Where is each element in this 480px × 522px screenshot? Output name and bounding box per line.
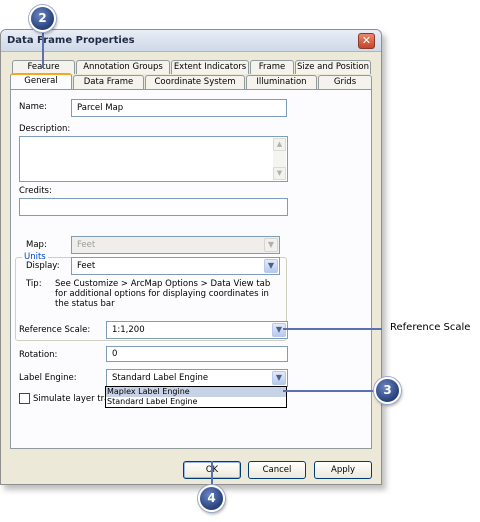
reference-scale-annotation: Reference Scale [390,322,471,333]
credits-field[interactable] [19,198,288,216]
chevron-down-icon[interactable]: ▼ [272,323,286,337]
name-label: Name: [19,102,47,112]
callout-4: 4 [198,485,225,512]
reference-scale-value: 1:1,200 [112,325,145,335]
tip-text: See Customize > ArcMap Options > Data Vi… [55,279,271,309]
name-value: Parcel Map [77,103,124,113]
callout-4-leader [211,461,213,487]
tab-size-and-position[interactable]: Size and Position [295,60,371,74]
tab-grids[interactable]: Grids [318,75,372,89]
label-engine-label: Label Engine: [19,373,77,383]
description-label: Description: [19,124,71,134]
chevron-down-icon[interactable]: ▼ [272,371,286,385]
map-units-select: Feet ▼ [71,236,280,254]
callout-2-leader [42,32,44,68]
label-engine-select[interactable]: Standard Label Engine ▼ [106,369,288,387]
apply-button[interactable]: Apply [314,461,372,479]
label-engine-value: Standard Label Engine [112,373,209,383]
callout-3: 3 [374,377,401,404]
tab-coordinate-system[interactable]: Coordinate System [145,75,245,89]
simulate-transparency-checkbox[interactable] [19,393,30,404]
rotation-label: Rotation: [19,350,58,360]
scroll-down-icon[interactable]: ▼ [273,167,286,180]
reference-scale-leader [283,328,382,330]
cancel-button[interactable]: Cancel [248,461,306,479]
tab-extent-indicators[interactable]: Extent Indicators [171,60,249,74]
tab-frame[interactable]: Frame [250,60,294,74]
display-units-label: Display: [26,261,60,271]
window-title: Data Frame Properties [7,35,135,46]
title-bar[interactable]: Data Frame Properties ✕ [1,30,381,52]
description-field[interactable]: ▲ ▼ [19,136,288,182]
map-units-value: Feet [77,240,96,250]
chevron-down-icon[interactable]: ▼ [264,259,278,273]
reference-scale-combo[interactable]: 1:1,200 ▼ [106,321,288,339]
label-engine-option-maplex[interactable]: Maplex Label Engine [106,387,286,397]
tab-data-frame[interactable]: Data Frame [73,75,144,89]
callout-3-leader [283,390,375,392]
reference-scale-label: Reference Scale: [19,325,91,335]
label-engine-option-standard[interactable]: Standard Label Engine [106,397,286,407]
scroll-up-icon[interactable]: ▲ [273,138,286,151]
description-scrollbar[interactable]: ▲ ▼ [273,138,286,180]
display-units-value: Feet [77,261,96,271]
credits-label: Credits: [19,186,52,196]
tip-label: Tip: [26,279,42,289]
callout-2: 2 [29,5,56,32]
display-units-select[interactable]: Feet ▼ [71,257,280,275]
close-button[interactable]: ✕ [358,33,375,49]
chevron-down-icon: ▼ [264,238,278,252]
map-units-label: Map: [26,240,47,250]
tab-annotation-groups[interactable]: Annotation Groups [76,60,170,74]
rotation-value: 0 [112,349,118,359]
label-engine-dropdown-list[interactable]: Maplex Label Engine Standard Label Engin… [105,386,287,408]
close-icon: ✕ [361,34,372,47]
tab-general[interactable]: General [10,73,72,89]
tab-illumination[interactable]: Illumination [246,75,317,89]
name-field[interactable]: Parcel Map [71,99,287,117]
rotation-field[interactable]: 0 [106,346,288,362]
data-frame-properties-dialog: Data Frame Properties ✕ Feature Cache An… [0,29,382,485]
